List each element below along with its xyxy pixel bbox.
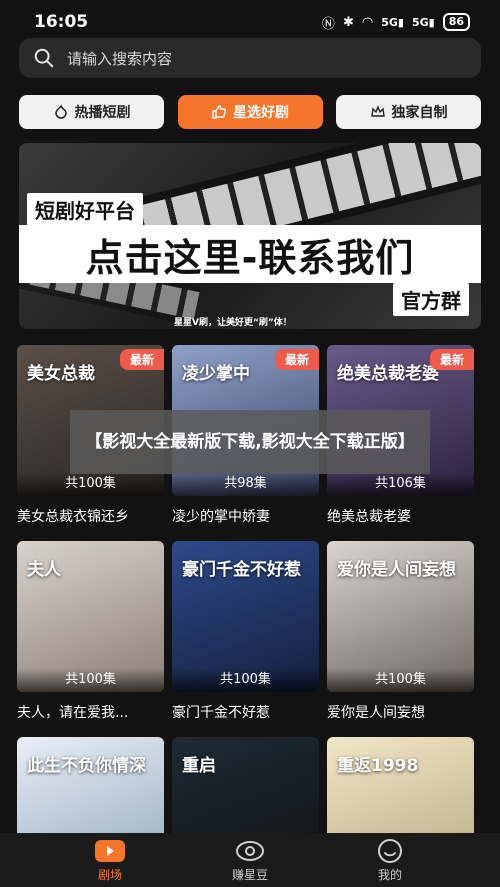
banner-tag-group: 官方群	[393, 283, 469, 316]
tab-hot[interactable]: 热播短剧	[19, 95, 164, 129]
signal-icon-2: 5G▮	[411, 15, 435, 29]
drama-poster[interactable]: 爱你是人间妄想共100集	[327, 541, 474, 692]
nav-earn[interactable]: 赚星豆	[205, 838, 295, 883]
status-time: 16:05	[34, 12, 89, 32]
tab-hot-label: 热播短剧	[74, 105, 131, 121]
signal-label-1: 5G	[381, 15, 398, 29]
watermark-overlay: 【影视大全最新版下载,影视大全下载正版】	[70, 410, 430, 474]
crown-icon	[370, 105, 385, 117]
tab-featured[interactable]: 星选好剧	[177, 95, 323, 129]
drama-title[interactable]: 爱你是人间妄想	[327, 702, 474, 722]
poster-title-art: 爱你是人间妄想	[337, 560, 456, 580]
episode-count: 共100集	[327, 668, 474, 692]
new-badge: 最新	[429, 349, 474, 370]
drama-poster[interactable]: 豪门千金不好惹共100集	[172, 541, 319, 692]
signal-icon: 5G▮	[381, 15, 404, 29]
search-input[interactable]: 请输入搜索内容	[19, 38, 481, 78]
episode-count: 共100集	[17, 668, 164, 692]
nfc-icon: Ⓝ	[321, 16, 335, 32]
episode-count: 共98集	[172, 472, 319, 496]
search-placeholder: 请输入搜索内容	[67, 49, 173, 68]
poster-title-art: 重启	[182, 756, 216, 776]
drama-title[interactable]: 美女总裁衣锦还乡	[17, 506, 164, 526]
status-icons: Ⓝ ✱ ◠ 5G▮ 5G▮ 86	[322, 13, 470, 32]
nav-profile[interactable]: 我的	[345, 838, 435, 883]
banner-tag: 短剧好平台	[27, 193, 143, 226]
drama-card[interactable]: 豪门千金不好惹 共100集 豪门千金不好惹	[172, 541, 319, 722]
profile-icon	[374, 838, 406, 864]
drama-poster[interactable]: 夫人共100集	[17, 541, 164, 692]
drama-card[interactable]: 夫人共100集夫人，请在爱我...	[17, 541, 164, 722]
drama-title[interactable]: 夫人，请在爱我...	[17, 702, 164, 722]
banner-headline: 点击这里-联系我们	[19, 225, 481, 283]
poster-title-art: 此生不负你情深	[27, 756, 146, 776]
bluetooth-icon: ✱	[342, 14, 354, 30]
drama-title[interactable]: 凌少的掌中娇妻	[172, 506, 319, 526]
drama-card[interactable]: 爱你是人间妄想 共100集 爱你是人间妄想	[327, 541, 474, 722]
wifi-icon: ◠	[361, 14, 374, 30]
drama-title[interactable]: 豪门千金不好惹	[172, 702, 319, 722]
episode-count: 共100集	[17, 472, 164, 496]
poster-title-art: 豪门千金不好惹	[182, 560, 301, 580]
new-badge: 最新	[274, 349, 319, 370]
thumbs-up-icon	[212, 105, 226, 119]
poster-title-art: 夫人	[27, 560, 61, 580]
episode-count: 共106集	[327, 472, 474, 496]
flame-icon	[54, 104, 67, 119]
tab-exclusive[interactable]: 独家自制	[336, 95, 481, 129]
tab-exclusive-label: 独家自制	[391, 105, 448, 121]
nav-earn-label: 赚星豆	[231, 867, 268, 882]
theater-icon	[94, 838, 126, 864]
battery-icon: 86	[442, 13, 470, 31]
promo-banner[interactable]: 短剧好平台 点击这里-联系我们 官方群 星星V刷，让美好更“刷”体！	[19, 143, 481, 329]
nav-theater[interactable]: 剧场	[65, 838, 155, 883]
bottom-nav: 剧场 赚星豆 我的	[0, 833, 500, 887]
episode-count: 共100集	[172, 668, 319, 692]
nav-profile-label: 我的	[377, 867, 402, 882]
poster-title-art: 重返1998	[337, 756, 419, 776]
signal-label-2: 5G	[411, 15, 429, 29]
nav-theater-label: 剧场	[97, 867, 122, 882]
tab-featured-label: 星选好剧	[233, 105, 289, 121]
eye-coin-icon	[234, 838, 266, 864]
new-badge: 最新	[119, 349, 164, 370]
category-tabs: 热播短剧 星选好剧 独家自制	[19, 95, 481, 129]
banner-slogan: 星星V刷，让美好更“刷”体！	[174, 318, 292, 328]
drama-title[interactable]: 绝美总裁老婆	[327, 506, 474, 526]
search-icon	[34, 48, 54, 68]
